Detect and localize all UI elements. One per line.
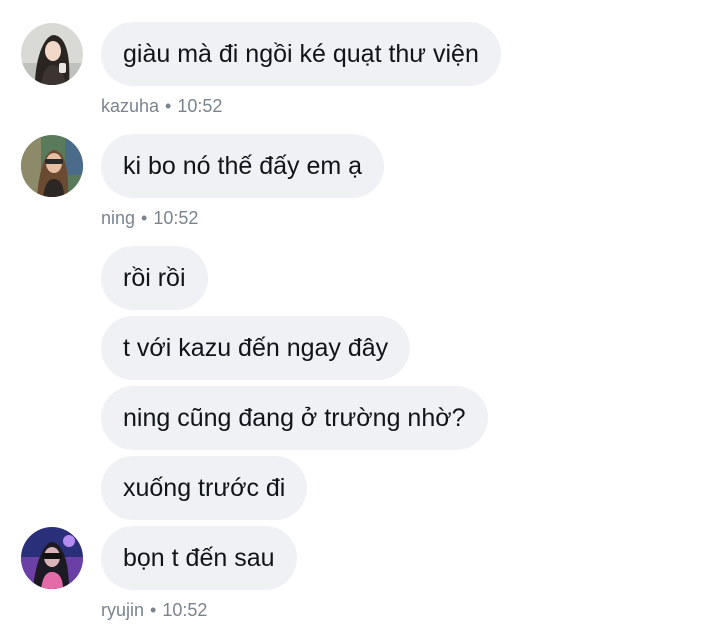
profile-photo-ryujin — [21, 527, 83, 589]
message-bubble[interactable]: giàu mà đi ngồi ké quạt thư viện — [101, 22, 501, 86]
separator-dot: • — [141, 208, 148, 228]
message-text: rồi rồi — [123, 264, 186, 292]
profile-photo-ning — [21, 135, 83, 197]
message-meta-kazuha: kazuha • 10:52 — [101, 95, 222, 117]
separator-dot: • — [165, 96, 172, 116]
separator-dot: • — [150, 600, 157, 620]
message-bubble[interactable]: t với kazu đến ngay đây — [101, 316, 411, 380]
sender-name: ryujin — [101, 600, 145, 620]
profile-photo-kazuha — [21, 23, 83, 85]
timestamp: 10:52 — [177, 96, 223, 116]
message-text: xuống trước đi — [123, 474, 286, 502]
message-text: ning cũng đang ở trường nhờ? — [123, 404, 466, 432]
message-text: giàu mà đi ngồi ké quạt thư viện — [123, 40, 479, 68]
avatar-kazuha[interactable] — [21, 23, 83, 85]
message-text: ki bo nó thế đấy em ạ — [123, 152, 363, 180]
avatar-ryujin[interactable] — [21, 527, 83, 589]
message-text: t với kazu đến ngay đây — [123, 334, 389, 362]
avatar-ning[interactable] — [21, 135, 83, 197]
timestamp: 10:52 — [153, 208, 199, 228]
message-text: bọn t đến sau — [123, 544, 275, 572]
message-bubble[interactable]: ning cũng đang ở trường nhờ? — [101, 386, 488, 450]
message-bubble[interactable]: rồi rồi — [101, 246, 208, 310]
message-bubble[interactable]: xuống trước đi — [101, 456, 308, 520]
sender-name: kazuha — [101, 96, 160, 116]
message-meta-ning: ning • 10:52 — [101, 207, 198, 229]
message-bubble[interactable]: ki bo nó thế đấy em ạ — [101, 134, 385, 198]
sender-name: ning — [101, 208, 136, 228]
timestamp: 10:52 — [162, 600, 208, 620]
message-meta-ryujin: ryujin • 10:52 — [101, 599, 207, 621]
message-bubble[interactable]: bọn t đến sau — [101, 526, 297, 590]
